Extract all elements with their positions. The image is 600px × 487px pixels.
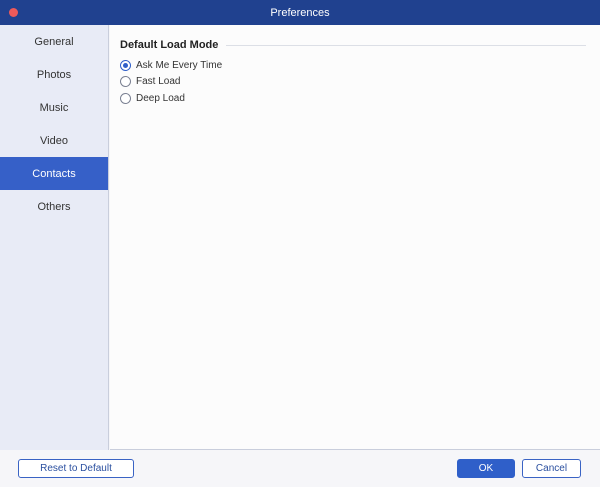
radio-label: Ask Me Every Time (136, 59, 223, 71)
reset-to-default-button[interactable]: Reset to Default (18, 459, 134, 478)
sidebar-item-label: Others (37, 200, 71, 213)
sidebar-item-label: Photos (36, 68, 72, 81)
section-header: Default Load Mode (120, 39, 586, 51)
radio-option-fast-load[interactable]: Fast Load (120, 74, 222, 90)
sidebar-item-contacts[interactable]: Contacts (0, 157, 108, 190)
radio-label: Fast Load (136, 76, 181, 87)
radio-checked-icon[interactable] (120, 59, 131, 71)
footer-bar: Reset to Default OK Cancel (0, 450, 600, 487)
window-title: Preferences (270, 6, 330, 19)
sidebar-item-label: General (34, 35, 74, 48)
cancel-button[interactable]: Cancel (522, 459, 581, 478)
sidebar-item-others[interactable]: Others (0, 190, 108, 223)
sidebar-item-label: Video (40, 134, 68, 147)
radio-option-deep-load[interactable]: Deep Load (120, 90, 222, 106)
section-title: Default Load Mode (120, 39, 219, 51)
close-window-icon[interactable] (9, 8, 18, 17)
sidebar-item-video[interactable]: Video (0, 124, 108, 157)
radio-option-ask-me-every-time[interactable]: Ask Me Every Time (120, 57, 222, 73)
preferences-window: Preferences General Photos Music Video C… (0, 0, 600, 487)
sidebar-item-label: Music (39, 101, 69, 114)
sidebar-item-music[interactable]: Music (0, 91, 108, 124)
sidebar-item-label: Contacts (32, 167, 76, 180)
sidebar: General Photos Music Video Contacts Othe… (0, 25, 109, 450)
section-divider (226, 44, 586, 46)
sidebar-item-photos[interactable]: Photos (0, 58, 108, 91)
settings-panel: Default Load Mode Ask Me Every Time Fast… (110, 25, 600, 450)
load-mode-radio-group: Ask Me Every Time Fast Load Deep Load (120, 57, 222, 107)
radio-unchecked-icon[interactable] (120, 92, 131, 104)
ok-button[interactable]: OK (457, 459, 515, 478)
radio-label: Deep Load (136, 92, 185, 104)
titlebar: Preferences (0, 0, 600, 25)
radio-unchecked-icon[interactable] (120, 76, 131, 87)
sidebar-item-general[interactable]: General (0, 25, 108, 58)
